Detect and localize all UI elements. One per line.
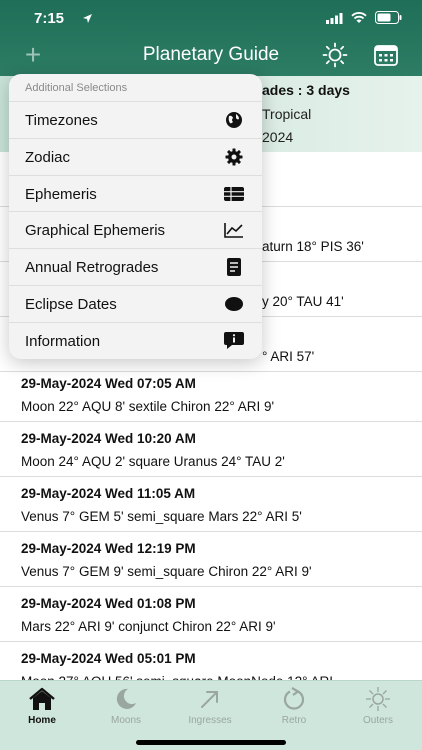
calendar-icon[interactable]	[374, 44, 398, 71]
additional-selections-menu: Additional Selections Timezones Zodiac E…	[9, 74, 262, 359]
app-header: 7:15 + Planetary Guide	[0, 0, 422, 76]
arrow-up-right-icon	[168, 685, 252, 713]
gear-icon	[224, 148, 244, 166]
summary-zodiac: Tropical	[262, 106, 312, 122]
tab-retro[interactable]: Retro	[252, 685, 336, 726]
chart-line-icon	[224, 221, 244, 239]
list-item[interactable]: 29-May-2024 Wed 01:08 PM Mars 22° ARI 9'…	[0, 587, 422, 642]
menu-item-timezones[interactable]: Timezones	[9, 102, 262, 139]
battery-icon	[375, 11, 402, 29]
menu-item-ephemeris[interactable]: Ephemeris	[9, 176, 262, 213]
tab-outers[interactable]: Outers	[336, 685, 420, 726]
tab-ingresses[interactable]: Ingresses	[168, 685, 252, 726]
home-icon	[0, 685, 84, 713]
summary-retrogrades: ades : 3 days	[262, 82, 350, 98]
list-item[interactable]: 29-May-2024 Wed 07:05 AM Moon 22° AQU 8'…	[0, 367, 422, 422]
moon-icon	[84, 685, 168, 713]
list-item[interactable]: 29-May-2024 Wed 11:05 AM Venus 7° GEM 5'…	[0, 477, 422, 532]
status-indicators	[326, 11, 402, 29]
document-icon	[224, 258, 244, 277]
status-time: 7:15	[34, 10, 65, 27]
menu-item-information[interactable]: Information	[9, 323, 262, 359]
menu-item-graphical-ephemeris[interactable]: Graphical Ephemeris	[9, 212, 262, 250]
tab-home[interactable]: Home	[0, 685, 84, 726]
tab-moons[interactable]: Moons	[84, 685, 168, 726]
menu-item-eclipse-dates[interactable]: Eclipse Dates	[9, 286, 262, 323]
menu-item-zodiac[interactable]: Zodiac	[9, 139, 262, 176]
outers-sun-icon	[336, 685, 420, 713]
sun-icon[interactable]	[322, 42, 348, 73]
summary-year: 2024	[262, 129, 294, 145]
list-item[interactable]: 29-May-2024 Wed 10:20 AM Moon 24° AQU 2'…	[0, 422, 422, 477]
home-indicator	[136, 740, 286, 745]
info-bubble-icon	[224, 331, 244, 350]
list-item[interactable]: 29-May-2024 Wed 12:19 PM Venus 7° GEM 9'…	[0, 532, 422, 587]
ellipse-icon	[224, 295, 244, 313]
signal-icon	[326, 11, 343, 29]
page-title: Planetary Guide	[142, 44, 280, 65]
menu-header: Additional Selections	[9, 74, 262, 102]
retro-cycle-icon	[252, 685, 336, 713]
location-arrow-icon	[82, 11, 93, 29]
menu-item-annual-retrogrades[interactable]: Annual Retrogrades	[9, 249, 262, 286]
globe-icon	[224, 111, 244, 129]
wifi-icon	[351, 11, 367, 29]
table-icon	[224, 185, 244, 203]
